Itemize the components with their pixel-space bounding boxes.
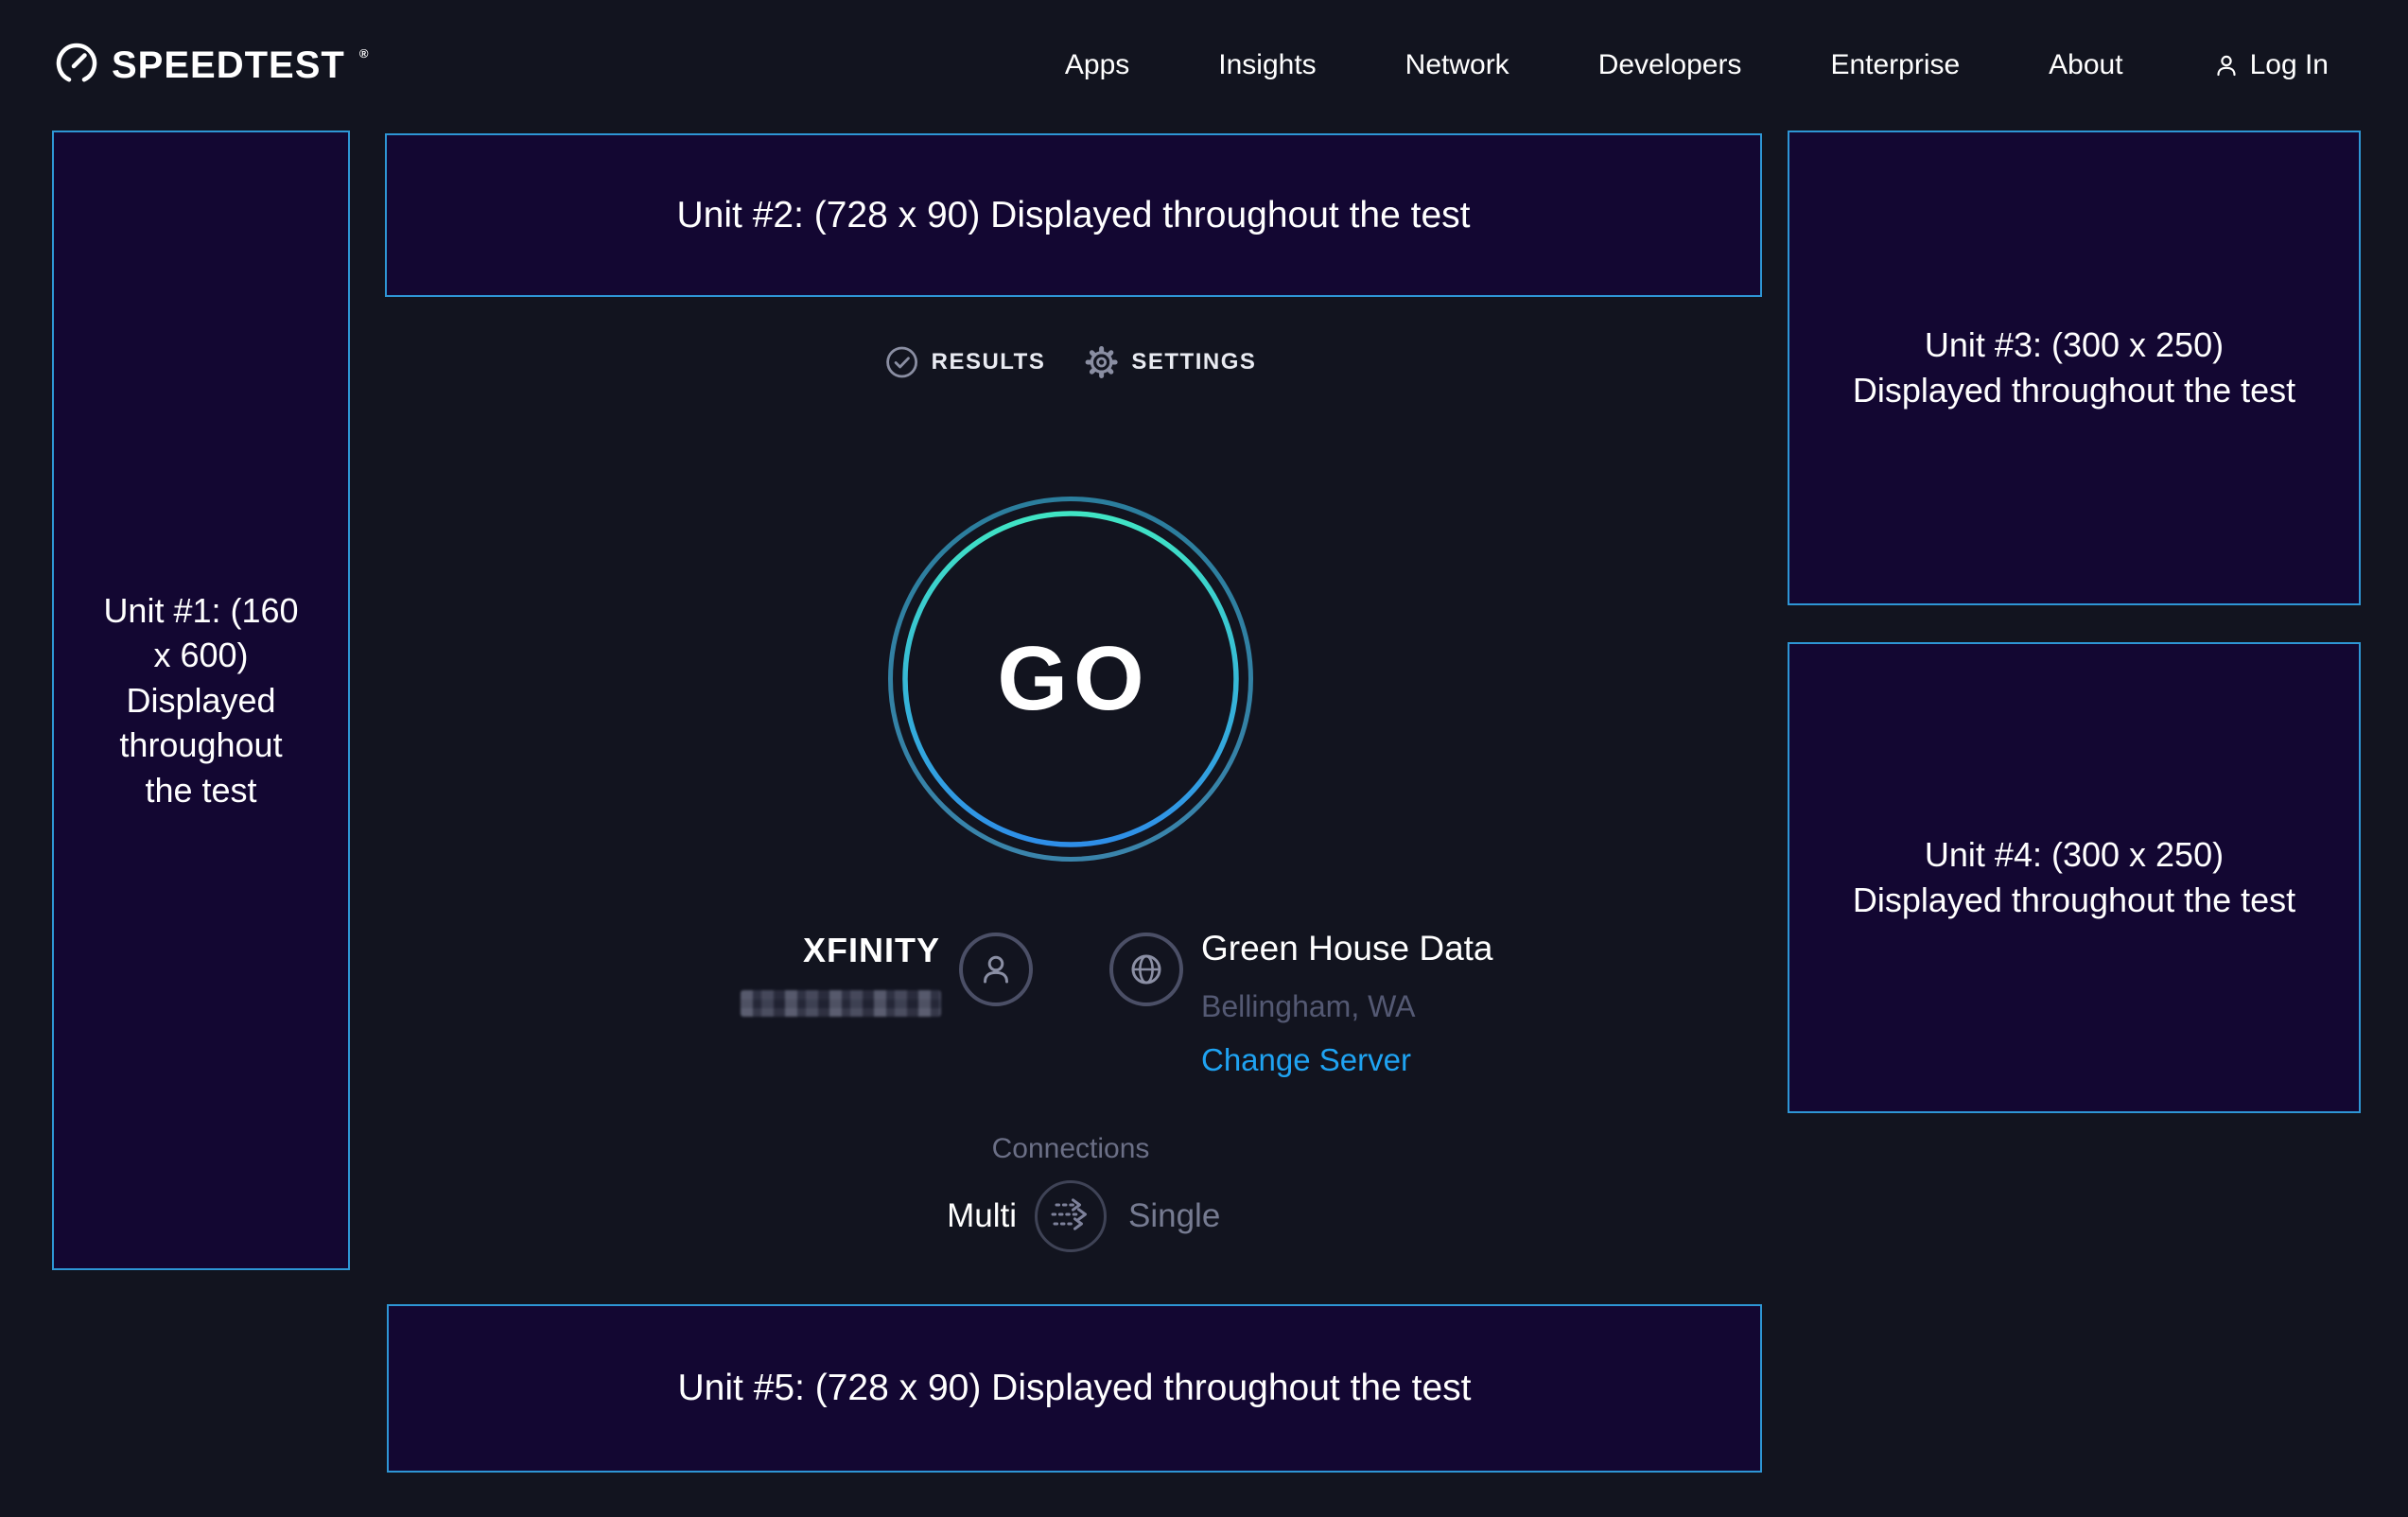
logo-trademark: ® <box>359 46 369 61</box>
isp-user-icon <box>959 933 1033 1006</box>
go-button[interactable]: GO <box>881 490 1260 868</box>
ad-unit-1-text: Unit #1: (160 x 600) Displayed throughou… <box>96 588 305 813</box>
server-location: Bellingham, WA <box>1201 989 1415 1024</box>
ad-unit-5-text: Unit #5: (728 x 90) Displayed throughout… <box>678 1364 1472 1412</box>
multi-arrows-icon <box>1038 1181 1104 1251</box>
gear-icon <box>1083 344 1119 380</box>
ad-unit-1[interactable]: Unit #1: (160 x 600) Displayed throughou… <box>52 131 350 1270</box>
change-server-link[interactable]: Change Server <box>1201 1042 1411 1078</box>
go-button-label: GO <box>881 490 1260 868</box>
check-circle-icon <box>885 345 919 379</box>
nav-item-network[interactable]: Network <box>1405 49 1509 81</box>
tab-settings-label: SETTINGS <box>1131 349 1256 375</box>
server-name: Green House Data <box>1201 929 1493 968</box>
tab-results[interactable]: RESULTS <box>885 345 1046 379</box>
ad-unit-3[interactable]: Unit #3: (300 x 250) Displayed throughou… <box>1788 131 2361 605</box>
tab-bar: RESULTS <box>885 344 1257 380</box>
ad-unit-2[interactable]: Unit #2: (728 x 90) Displayed throughout… <box>385 133 1762 297</box>
ad-unit-4[interactable]: Unit #4: (300 x 250) Displayed throughou… <box>1788 642 2361 1113</box>
ad-unit-2-text: Unit #2: (728 x 90) Displayed throughout… <box>677 191 1471 239</box>
speedtest-page: SPEEDTEST ® Apps Insights Network Develo… <box>0 0 2408 1517</box>
redacted-ip-text <box>741 990 941 1017</box>
top-nav: SPEEDTEST ® Apps Insights Network Develo… <box>0 0 2408 131</box>
ad-unit-3-text: Unit #3: (300 x 250) Displayed throughou… <box>1846 323 2302 412</box>
connections-label: Connections <box>992 1133 1150 1165</box>
login-button[interactable]: Log In <box>2212 49 2329 81</box>
tab-results-label: RESULTS <box>932 349 1046 375</box>
nav-item-apps[interactable]: Apps <box>1065 49 1129 81</box>
isp-name: XFINITY <box>803 931 940 970</box>
ad-unit-5[interactable]: Unit #5: (728 x 90) Displayed throughout… <box>387 1304 1762 1473</box>
nav-item-about[interactable]: About <box>2049 49 2122 81</box>
speedtest-logo[interactable]: SPEEDTEST ® <box>55 0 367 131</box>
logo-text: SPEEDTEST <box>112 44 345 87</box>
globe-icon <box>1109 933 1183 1006</box>
connections-single-option[interactable]: Single <box>1128 1197 1220 1235</box>
nav-item-enterprise[interactable]: Enterprise <box>1830 49 1960 81</box>
connections-multi-option[interactable]: Multi <box>947 1197 1017 1235</box>
tab-settings[interactable]: SETTINGS <box>1083 344 1256 380</box>
nav-menu: Apps Insights Network Developers Enterpr… <box>1065 0 2329 131</box>
ad-unit-4-text: Unit #4: (300 x 250) Displayed throughou… <box>1846 832 2302 922</box>
user-icon <box>2212 51 2241 79</box>
login-label: Log In <box>2250 49 2329 81</box>
connections-toggle-button[interactable] <box>1035 1180 1107 1252</box>
nav-item-developers[interactable]: Developers <box>1598 49 1742 81</box>
nav-item-insights[interactable]: Insights <box>1218 49 1316 81</box>
gauge-icon <box>55 42 98 90</box>
